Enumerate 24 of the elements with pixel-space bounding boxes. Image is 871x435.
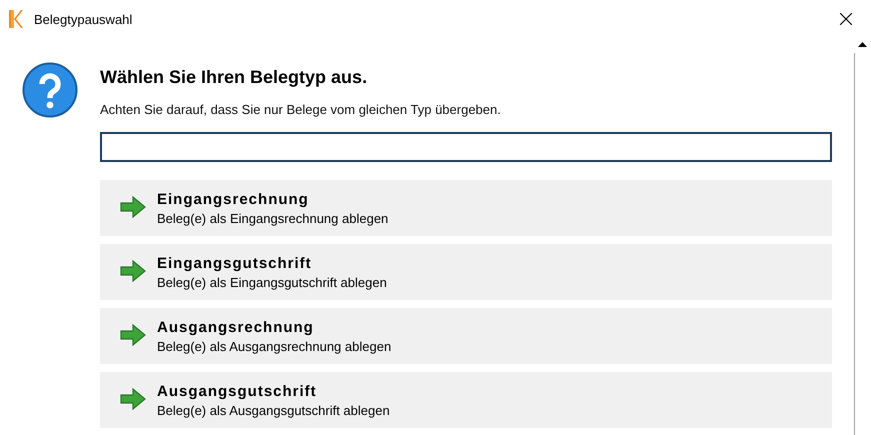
arrow-right-icon xyxy=(120,324,146,346)
option-title: Eingangsgutschrift xyxy=(157,254,313,272)
option-description: Beleg(e) als Eingangsrechnung ablegen xyxy=(157,210,388,226)
option-description: Beleg(e) als Ausgangsrechnung ablegen xyxy=(157,338,392,354)
option-title: Eingangsrechnung xyxy=(157,190,310,208)
scroll-up-icon[interactable] xyxy=(858,42,866,47)
arrow-right-icon xyxy=(120,196,146,218)
close-icon[interactable] xyxy=(840,13,852,25)
option-description: Beleg(e) als Eingangsgutschrift ablegen xyxy=(157,274,387,290)
option-button[interactable]: Ausgangsgutschrift Beleg(e) als Ausgangsgutschrift ablegen xyxy=(100,372,832,428)
option-button[interactable]: Eingangsgutschrift Beleg(e) als Eingangsgutschrift ablegen xyxy=(100,244,832,300)
option-title: Ausgangsgutschrift xyxy=(157,382,318,400)
dialog-heading: Wählen Sie Ihren Belegtyp aus. xyxy=(100,67,368,89)
arrow-right-icon xyxy=(120,260,146,282)
search-field[interactable] xyxy=(100,132,832,162)
hint-text: Achten Sie darauf, dass Sie nur Belege vom gleichen Typ übergeben. xyxy=(100,102,502,119)
option-title: Ausgangsrechnung xyxy=(157,318,315,336)
app-logo-icon xyxy=(9,10,23,28)
window-title: Belegtypauswahl xyxy=(34,12,134,26)
option-button[interactable]: Ausgangsrechnung Beleg(e) als Ausgangsrechnung ablegen xyxy=(100,308,832,364)
option-button[interactable]: Eingangsrechnung Beleg(e) als Eingangsrechnung ablegen xyxy=(100,180,832,236)
option-description: Beleg(e) als Ausgangsgutschrift ablegen xyxy=(157,402,390,418)
arrow-right-icon xyxy=(120,388,146,410)
question-icon xyxy=(22,62,78,118)
